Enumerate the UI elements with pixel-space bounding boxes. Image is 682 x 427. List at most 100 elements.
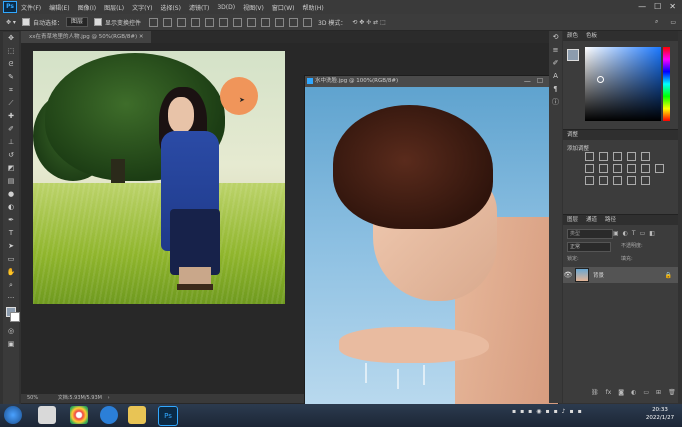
close-icon[interactable]: ✕ <box>669 2 676 11</box>
tray-icon[interactable]: ▪ <box>528 408 532 415</box>
tab-swatches[interactable]: 色板 <box>586 31 597 41</box>
filter-type-icon[interactable]: T <box>632 230 636 237</box>
menu-layer[interactable]: 图层(L) <box>104 3 124 12</box>
shape-icon[interactable]: ▭ <box>3 253 19 266</box>
layer-name[interactable]: 背景 <box>593 271 604 279</box>
tray-icon[interactable]: ▪ <box>569 408 573 415</box>
layer-row-background[interactable]: 👁 背景 🔒 <box>563 267 678 283</box>
curves-icon[interactable] <box>613 152 622 161</box>
tray-icon[interactable]: ◉ <box>536 408 541 415</box>
properties-icon[interactable]: ≡ <box>549 44 562 57</box>
tab-channels[interactable]: 通道 <box>586 215 597 225</box>
quick-mask-icon[interactable]: ◎ <box>3 325 19 338</box>
tray-icon[interactable]: ▪ <box>512 408 516 415</box>
distribute-left-icon[interactable] <box>275 17 284 27</box>
info-icon[interactable]: ⓘ <box>549 96 562 109</box>
menu-window[interactable]: 窗口(W) <box>272 3 295 12</box>
hue-sat-icon[interactable] <box>599 164 608 173</box>
menu-view[interactable]: 视图(V) <box>243 3 264 12</box>
menu-3d[interactable]: 3D(D) <box>217 4 235 11</box>
sogou-icon[interactable] <box>100 406 118 424</box>
hand-icon[interactable]: ✋ <box>3 266 19 279</box>
doc2-canvas-washing-face[interactable] <box>305 87 558 405</box>
trash-icon[interactable]: 🗑 <box>668 389 676 396</box>
brush-icon[interactable]: ✐ <box>3 123 19 136</box>
align-center-icon[interactable] <box>205 17 214 27</box>
character-icon[interactable]: A <box>549 70 562 83</box>
taskbar-clock[interactable]: 20:33 2022/1/27 <box>642 406 678 422</box>
triangle-icon[interactable] <box>641 152 650 161</box>
group-icon[interactable]: ▭ <box>643 389 649 396</box>
chrome-icon[interactable] <box>70 406 88 424</box>
photo-filter-icon[interactable] <box>641 164 650 173</box>
tab-layers[interactable]: 图层 <box>567 215 578 225</box>
show-transform-option[interactable]: 显示变换控件 <box>93 18 141 27</box>
menu-file[interactable]: 文件(F) <box>21 3 41 12</box>
history-brush-icon[interactable]: ↺ <box>3 149 19 162</box>
doc2-minimize-icon[interactable]: — <box>524 76 531 87</box>
zoom-level[interactable]: 50% <box>27 395 38 401</box>
tab-adjustments[interactable]: 调整 <box>567 130 578 140</box>
posterize-icon[interactable] <box>599 176 608 185</box>
filter-shape-icon[interactable]: ▭ <box>640 230 646 237</box>
brightness-icon[interactable] <box>585 152 594 161</box>
eyedropper-icon[interactable]: ⟋ <box>3 97 19 110</box>
screen-mode-icon[interactable]: ▣ <box>3 338 19 351</box>
healing-icon[interactable]: ✚ <box>3 110 19 123</box>
link-icon[interactable]: ⛓ <box>591 389 599 396</box>
adjustment-layer-icon[interactable]: ◐ <box>631 389 636 396</box>
color-picker-field[interactable] <box>585 47 661 121</box>
levels-icon[interactable] <box>599 152 608 161</box>
distribute-top-icon[interactable] <box>233 17 242 27</box>
file-explorer-icon[interactable] <box>128 406 146 424</box>
3d-mode-icons[interactable]: ⟲ ✥ ✢ ⇄ ⬚ <box>352 19 385 26</box>
color-balance-icon[interactable] <box>613 164 622 173</box>
show-transform-checkbox[interactable] <box>93 18 102 26</box>
type-icon[interactable]: T <box>3 227 19 240</box>
align-top-icon[interactable] <box>149 17 158 27</box>
workspace-icon[interactable]: ▭ <box>670 19 676 26</box>
dodge-icon[interactable]: ◐ <box>3 201 19 214</box>
fx-icon[interactable]: fx <box>606 389 612 396</box>
move-tool-icon[interactable]: ✥ ▾ <box>6 19 16 26</box>
pen-icon[interactable]: ✒ <box>3 214 19 227</box>
menu-image[interactable]: 图像(I) <box>78 3 96 12</box>
stamp-icon[interactable]: ⊥ <box>3 136 19 149</box>
filter-pixel-icon[interactable]: ▣ <box>613 230 619 237</box>
auto-select-dropdown[interactable]: 图层 <box>65 17 88 27</box>
bw-icon[interactable] <box>627 164 636 173</box>
tab-paths[interactable]: 路径 <box>605 215 616 225</box>
crop-icon[interactable]: ⌗ <box>3 84 19 97</box>
tray-icon[interactable]: ▪ <box>545 408 549 415</box>
blur-icon[interactable]: ● <box>3 188 19 201</box>
gradient-icon[interactable]: ▤ <box>3 175 19 188</box>
align-middle-icon[interactable] <box>163 17 172 27</box>
layer-filter-input[interactable]: 类型 <box>567 229 613 239</box>
distribute-right-icon[interactable] <box>303 17 312 27</box>
auto-select-checkbox[interactable] <box>21 18 30 26</box>
gradient-map-icon[interactable] <box>627 176 636 185</box>
eraser-icon[interactable]: ◩ <box>3 162 19 175</box>
color-picker-handle[interactable] <box>597 76 604 83</box>
start-button-icon[interactable] <box>4 406 22 424</box>
align-right-icon[interactable] <box>219 17 228 27</box>
doc2-titlebar[interactable]: 水中洗脸.jpg @ 100%(RGB/8#) — ☐ ✕ <box>305 76 558 87</box>
zoom-icon[interactable]: ⌕ <box>3 279 19 292</box>
hue-slider[interactable] <box>663 47 670 121</box>
auto-select-option[interactable]: 自动选择： 图层 <box>21 17 88 27</box>
tab-color[interactable]: 颜色 <box>567 31 578 41</box>
marquee-icon[interactable]: ⬚ <box>3 45 19 58</box>
menu-edit[interactable]: 编辑(E) <box>49 3 69 12</box>
taskbar-app-icon[interactable] <box>38 406 56 424</box>
doc2-maximize-icon[interactable]: ☐ <box>537 76 543 87</box>
lock-icon[interactable]: 🔒 <box>665 272 672 279</box>
exposure-icon[interactable] <box>627 152 636 161</box>
brush-settings-icon[interactable]: ✐ <box>549 57 562 70</box>
visibility-eye-icon[interactable]: 👁 <box>563 271 573 279</box>
color-swatches[interactable] <box>3 305 20 325</box>
doc1-canvas-grassland-girl[interactable]: ➤ <box>33 51 285 304</box>
filter-adjust-icon[interactable]: ◐ <box>623 230 628 237</box>
selective-color-icon[interactable] <box>641 176 650 185</box>
new-layer-icon[interactable]: ⊞ <box>656 389 661 396</box>
quick-select-icon[interactable]: ✎ <box>3 71 19 84</box>
